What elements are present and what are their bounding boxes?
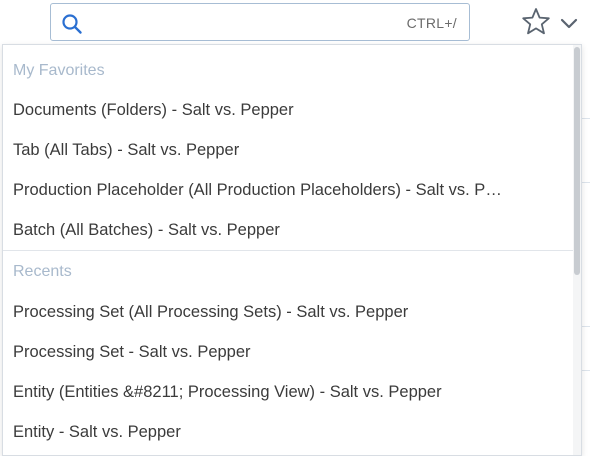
section-header-favorites: My Favorites xyxy=(13,62,105,79)
favorite-item[interactable]: Documents (Folders) - Salt vs. Pepper xyxy=(3,90,563,130)
keyboard-shortcut-hint: CTRL+/ xyxy=(406,15,457,31)
background-divider xyxy=(582,118,590,119)
star-icon[interactable] xyxy=(520,6,552,38)
scrollbar-thumb[interactable] xyxy=(574,47,580,275)
favorite-item[interactable]: Production Placeholder (All Production P… xyxy=(3,170,563,210)
recent-item[interactable]: Entity (Entities &#8211; Processing View… xyxy=(3,372,563,412)
recent-item[interactable]: Entity - Salt vs. Pepper xyxy=(3,412,563,452)
section-header-recents: Recents xyxy=(13,263,72,280)
section-divider xyxy=(3,250,573,251)
background-divider xyxy=(582,326,590,327)
top-bar: CTRL+/ xyxy=(0,0,590,46)
quick-nav-search[interactable]: CTRL+/ xyxy=(50,3,470,41)
background-divider xyxy=(582,370,590,371)
quick-nav-dropdown: My Favorites Documents (Folders) - Salt … xyxy=(2,44,582,456)
search-input[interactable] xyxy=(93,10,427,36)
favorite-item[interactable]: Batch (All Batches) - Salt vs. Pepper xyxy=(3,210,563,250)
favorite-item[interactable]: Tab (All Tabs) - Salt vs. Pepper xyxy=(3,130,563,170)
recent-item[interactable]: Processing Set (All Processing Sets) - S… xyxy=(3,292,563,332)
chevron-down-icon[interactable] xyxy=(558,12,580,34)
background-divider xyxy=(582,182,590,183)
search-icon[interactable] xyxy=(61,13,83,35)
scrollbar-track[interactable] xyxy=(573,45,581,455)
recent-item[interactable]: Processing Set - Salt vs. Pepper xyxy=(3,332,563,372)
